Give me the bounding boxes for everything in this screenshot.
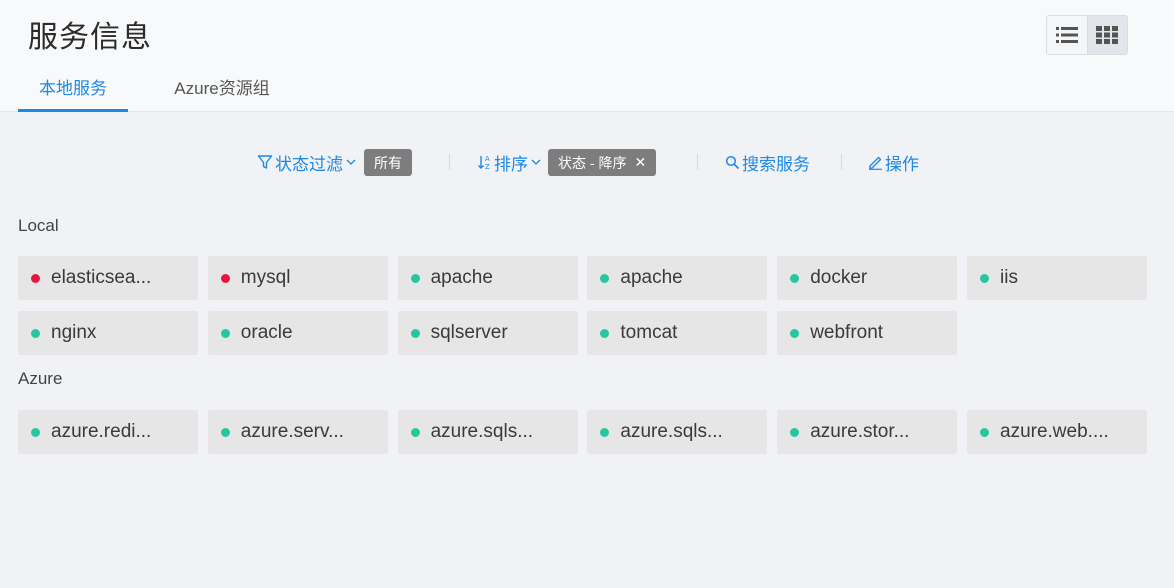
status-dot-icon [980, 427, 989, 437]
sort-icon: A Z [478, 155, 490, 170]
service-card[interactable]: azure.sqls... [587, 410, 768, 454]
service-card[interactable]: apache [587, 256, 768, 300]
action-label: 操作 [885, 154, 919, 174]
close-icon[interactable]: ✕ [634, 154, 646, 171]
filter-bar: 状态过滤 所有 A Z 排序 状态 - 降序 ✕ 搜索服务 操作 [0, 146, 1174, 178]
svg-text:Z: Z [485, 163, 490, 170]
service-card[interactable]: apache [397, 256, 578, 300]
service-card[interactable]: azure.web.... [967, 410, 1147, 454]
tab-azure-resource-group[interactable]: Azure资源组 [128, 60, 306, 112]
status-dot-icon [31, 328, 40, 338]
status-dot-icon [220, 273, 230, 283]
sort-button[interactable]: A Z 排序 [477, 146, 542, 178]
service-name: azure.redi... [51, 421, 152, 442]
status-filter-button[interactable]: 状态过滤 [257, 146, 357, 178]
status-dot-icon [31, 273, 40, 283]
separator [697, 154, 698, 170]
grid-icon [1096, 26, 1119, 44]
service-name: azure.serv... [240, 421, 344, 442]
status-dot-icon [790, 273, 800, 283]
service-card[interactable]: sqlserver [397, 311, 578, 355]
service-card[interactable]: azure.serv... [207, 410, 388, 454]
tab-local-services[interactable]: 本地服务 [18, 60, 128, 112]
group-label-local: Local [18, 216, 59, 235]
service-card[interactable]: tomcat [587, 311, 768, 355]
status-dot-icon [31, 427, 40, 437]
separator [449, 154, 450, 170]
status-dot-icon [410, 273, 420, 283]
service-card[interactable]: mysql [207, 256, 388, 300]
service-card[interactable]: azure.stor... [777, 410, 958, 454]
list-view-button[interactable] [1047, 16, 1087, 54]
service-name: azure.sqls... [430, 421, 534, 442]
filter-icon [257, 155, 273, 169]
service-name: mysql [240, 267, 291, 288]
status-dot-icon [790, 328, 800, 338]
service-name: azure.web.... [1000, 421, 1109, 442]
status-dot-icon [220, 427, 230, 437]
service-name: docker [810, 267, 868, 288]
service-name: nginx [51, 322, 97, 343]
search-icon [725, 155, 740, 169]
sort-label: 排序 [494, 154, 528, 174]
status-dot-icon [410, 427, 420, 437]
service-name: tomcat [620, 322, 678, 343]
chevron-down-icon [531, 159, 541, 165]
list-icon [1055, 27, 1078, 43]
search-services-label: 搜索服务 [742, 154, 810, 174]
service-name: azure.sqls... [620, 421, 723, 442]
status-filter-label: 状态过滤 [275, 154, 343, 174]
service-card[interactable]: oracle [207, 311, 388, 355]
service-name: sqlserver [430, 322, 508, 343]
tab-bar: 本地服务 Azure资源组 [18, 60, 306, 112]
group-label-azure: Azure [18, 369, 63, 388]
status-dot-icon [220, 328, 230, 338]
chevron-down-icon [346, 159, 356, 165]
service-card[interactable]: iis [967, 256, 1147, 300]
status-dot-icon [980, 273, 989, 283]
service-name: apache [620, 267, 683, 288]
page-header: 服务信息 本地服务 Azure资源组 [0, 0, 1174, 112]
edit-icon [869, 156, 882, 170]
service-name: oracle [240, 322, 293, 343]
status-dot-icon [600, 328, 610, 338]
view-toggle [1046, 15, 1128, 55]
service-card[interactable]: webfront [777, 311, 958, 355]
service-name: elasticsea... [51, 267, 152, 288]
grid-view-button[interactable] [1086, 16, 1127, 54]
sort-tag[interactable]: 状态 - 降序 ✕ [548, 149, 657, 176]
service-card[interactable]: azure.sqls... [397, 410, 578, 454]
sort-value: 状态 - 降序 [558, 154, 627, 171]
svg-text:A: A [485, 155, 490, 163]
service-card[interactable]: nginx [18, 311, 198, 355]
service-name: iis [1000, 267, 1018, 288]
status-filter-tag[interactable]: 所有 [364, 149, 412, 176]
separator [841, 154, 842, 170]
service-name: webfront [810, 322, 884, 343]
search-services-button[interactable]: 搜索服务 [725, 146, 810, 178]
status-dot-icon [790, 427, 800, 437]
service-name: apache [430, 267, 493, 288]
status-filter-value: 所有 [374, 154, 402, 171]
service-card[interactable]: docker [777, 256, 958, 300]
status-dot-icon [600, 273, 610, 283]
status-dot-icon [410, 328, 420, 338]
service-card[interactable]: elasticsea... [18, 256, 198, 300]
action-button[interactable]: 操作 [868, 146, 919, 178]
status-dot-icon [600, 427, 610, 437]
service-card[interactable]: azure.redi... [18, 410, 198, 454]
service-name: azure.stor... [810, 421, 910, 442]
page-title: 服务信息 [28, 21, 152, 54]
